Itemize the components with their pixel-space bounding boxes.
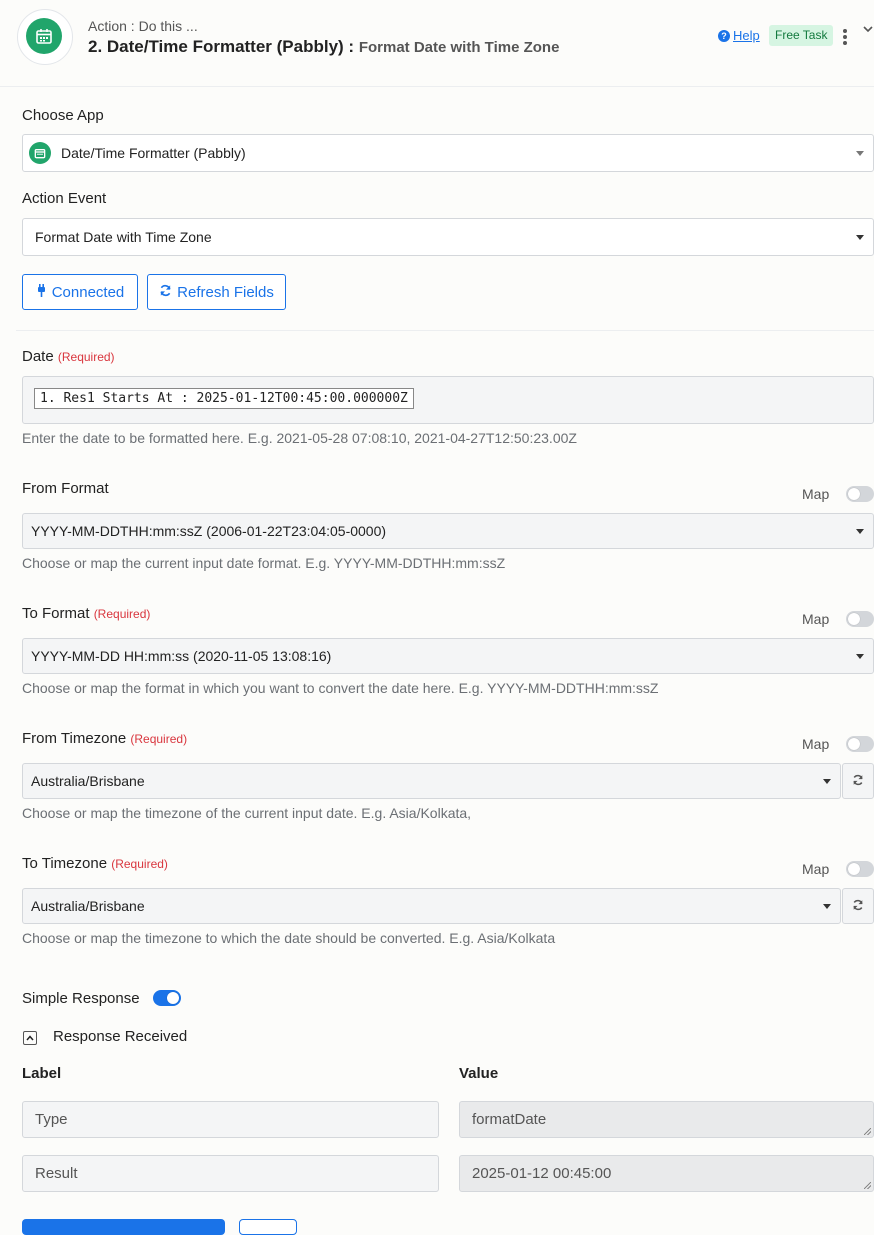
response-row-value-text: formatDate (472, 1111, 547, 1128)
refresh-icon (852, 898, 864, 914)
response-received-title: Response Received (53, 1028, 188, 1045)
required-marker: (Required) (111, 857, 168, 871)
required-marker: (Required) (93, 607, 151, 621)
to-format-value: YYYY-MM-DD HH:mm:ss (2020-11-05 13:08:16… (31, 648, 332, 664)
step-title: 2. Date/Time Formatter (Pabbly) : Format… (88, 37, 559, 57)
to-format-label-text: To Format (22, 605, 90, 622)
caret-down-icon (856, 654, 864, 659)
from-timezone-select[interactable]: Australia/Brisbane (22, 763, 841, 799)
from-timezone-help-text: Choose or map the timezone of the curren… (22, 805, 472, 821)
to-format-label: To Format (Required) (22, 605, 150, 622)
action-event-value: Format Date with Time Zone (35, 229, 212, 245)
date-input[interactable]: 1. Res1 Starts At : 2025-01-12T00:45:00.… (22, 376, 874, 424)
map-label: Map (802, 611, 830, 627)
caret-down-icon (856, 151, 864, 156)
to-format-select[interactable]: YYYY-MM-DD HH:mm:ss (2020-11-05 13:08:16… (22, 638, 874, 674)
secondary-button[interactable] (239, 1219, 297, 1235)
caret-down-icon (823, 779, 831, 784)
simple-response-label: Simple Response (22, 990, 140, 1007)
response-row-label: Type (22, 1101, 439, 1138)
from-format-label: From Format (22, 480, 109, 497)
simple-response-toggle[interactable] (153, 990, 181, 1006)
free-task-badge: Free Task (769, 25, 834, 46)
help-link[interactable]: ? Help (718, 28, 760, 43)
resize-grip-icon[interactable] (864, 1128, 871, 1135)
to-timezone-label-text: To Timezone (22, 855, 108, 872)
step-title-event: Format Date with Time Zone (358, 39, 560, 56)
map-toggle[interactable] (846, 486, 874, 502)
resize-grip-icon[interactable] (864, 1182, 871, 1189)
map-label: Map (802, 736, 830, 752)
from-timezone-label: From Timezone (Required) (22, 730, 187, 747)
save-and-send-button[interactable] (22, 1219, 225, 1235)
column-header-value: Value (459, 1065, 499, 1082)
question-circle-icon: ? (718, 29, 730, 42)
from-format-value: YYYY-MM-DDTHH:mm:ssZ (2006-01-22T23:04:0… (31, 523, 387, 539)
required-marker: (Required) (57, 350, 115, 364)
refresh-timezone-button[interactable] (842, 763, 874, 799)
refresh-icon (852, 773, 864, 789)
step-title-app: 2. Date/Time Formatter (Pabbly) : (88, 37, 355, 56)
map-label: Map (802, 486, 830, 502)
response-row-value: 2025-01-12 00:45:00 (459, 1155, 874, 1192)
plug-icon (36, 283, 47, 301)
chevron-up-icon[interactable] (23, 1031, 37, 1045)
refresh-timezone-button[interactable] (842, 888, 874, 924)
calendar-icon (29, 142, 51, 164)
to-timezone-value: Australia/Brisbane (31, 898, 145, 914)
mapped-field-pill[interactable]: 1. Res1 Starts At : 2025-01-12T00:45:00.… (34, 388, 414, 409)
chevron-down-icon[interactable] (862, 22, 874, 38)
to-timezone-help-text: Choose or map the timezone to which the … (22, 930, 556, 946)
caret-down-icon (823, 904, 831, 909)
map-toggle[interactable] (846, 736, 874, 752)
map-toggle[interactable] (846, 611, 874, 627)
to-timezone-select[interactable]: Australia/Brisbane (22, 888, 841, 924)
refresh-fields-button[interactable]: Refresh Fields (147, 274, 286, 310)
connected-label: Connected (51, 283, 125, 301)
refresh-fields-label: Refresh Fields (177, 283, 274, 301)
map-toggle[interactable] (846, 861, 874, 877)
from-format-help-text: Choose or map the current input date for… (22, 555, 506, 571)
choose-app-value: Date/Time Formatter (Pabbly) (61, 145, 246, 161)
to-format-help-text: Choose or map the format in which you wa… (22, 680, 659, 696)
response-row-value: formatDate (459, 1101, 874, 1138)
connected-button[interactable]: Connected (22, 274, 138, 310)
refresh-icon (159, 284, 172, 301)
from-timezone-value: Australia/Brisbane (31, 773, 145, 789)
step-subtitle: Action : Do this ... (88, 18, 198, 34)
caret-down-icon (856, 235, 864, 240)
section-divider (16, 330, 874, 331)
action-event-label: Action Event (22, 190, 107, 207)
date-help-text: Enter the date to be formatted here. E.g… (22, 430, 577, 446)
help-label: Help (733, 28, 760, 43)
required-marker: (Required) (130, 732, 188, 746)
from-timezone-label-text: From Timezone (22, 730, 127, 747)
response-row-value-text: 2025-01-12 00:45:00 (472, 1165, 612, 1182)
column-header-label: Label (22, 1065, 62, 1082)
response-row-label: Result (22, 1155, 439, 1192)
map-label: Map (802, 861, 830, 877)
date-label-text: Date (22, 348, 54, 365)
header-divider (0, 86, 874, 87)
date-label: Date (Required) (22, 348, 115, 365)
choose-app-select[interactable]: Date/Time Formatter (Pabbly) (22, 134, 874, 172)
action-event-select[interactable]: Format Date with Time Zone (22, 218, 874, 256)
caret-down-icon (856, 529, 864, 534)
choose-app-label: Choose App (22, 107, 104, 124)
more-options-icon[interactable] (843, 27, 851, 47)
from-format-select[interactable]: YYYY-MM-DDTHH:mm:ssZ (2006-01-22T23:04:0… (22, 513, 874, 549)
calendar-icon (26, 18, 62, 54)
to-timezone-label: To Timezone (Required) (22, 855, 168, 872)
